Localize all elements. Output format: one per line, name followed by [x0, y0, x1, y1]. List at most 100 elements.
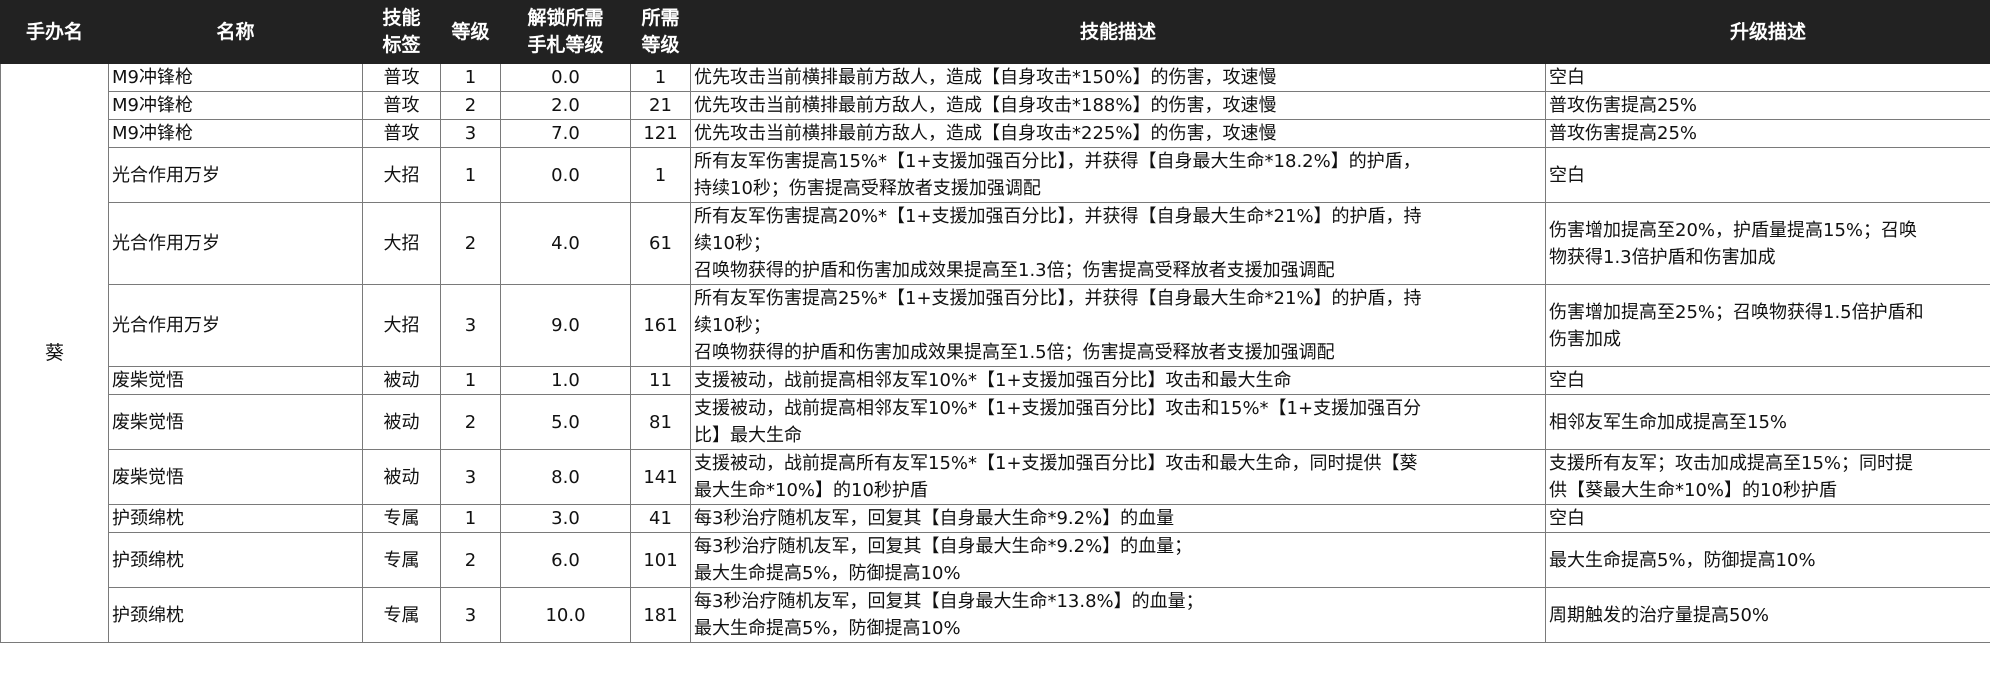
header-upgrade[interactable]: 升级描述: [1545, 0, 1990, 64]
skill-name-cell[interactable]: M9冲锋枪: [108, 119, 363, 148]
table-row[interactable]: 葵 M9冲锋枪 普攻 1 0.0 1 优先攻击当前横排最前方敌人，造成【自身攻击*150%】…: [0, 63, 1990, 643]
unlock-level-cell[interactable]: 7.0: [500, 119, 631, 148]
header-tag[interactable]: 技能 标签: [362, 0, 441, 64]
skill-name-cell[interactable]: 护颈绵枕: [108, 587, 363, 643]
skill-tag-cell[interactable]: 专属: [362, 587, 441, 643]
header-unlock[interactable]: 解锁所需 手札等级: [500, 0, 631, 64]
upgrade-description-cell[interactable]: 伤害增加提高至20%，护盾量提高15%；召唤 物获得1.3倍护盾和伤害加成: [1545, 202, 1990, 285]
skill-tag-cell[interactable]: 普攻: [362, 91, 441, 120]
table-row[interactable]: 光合作用万岁 大招 2 4.0 61 所有友军伤害提高20%*【1+支援加强百分比】，并获…: [1, 202, 1990, 285]
upgrade-description-cell[interactable]: 普攻伤害提高25%: [1545, 119, 1990, 148]
skill-name-cell[interactable]: M9冲锋枪: [108, 63, 363, 92]
skill-tag-cell[interactable]: 大招: [362, 202, 441, 285]
table-row[interactable]: 护颈绵枕 专属 1 3.0 41 每3秒治疗随机友军，回复其【自身最大生命*9.2%】的血…: [1, 504, 1990, 533]
unlock-level-cell[interactable]: 1.0: [500, 366, 631, 395]
skill-tag-cell[interactable]: 被动: [362, 394, 441, 450]
skill-description-cell[interactable]: 所有友军伤害提高15%*【1+支援加强百分比】，并获得【自身最大生命*18.2%…: [690, 147, 1546, 203]
header-req[interactable]: 所需 等级: [630, 0, 691, 64]
header-name[interactable]: 名称: [108, 0, 363, 64]
level-cell[interactable]: 2: [440, 202, 501, 285]
skill-tag-cell[interactable]: 大招: [362, 284, 441, 367]
unlock-level-cell[interactable]: 10.0: [500, 587, 631, 643]
skill-description-cell[interactable]: 优先攻击当前横排最前方敌人，造成【自身攻击*225%】的伤害，攻速慢: [690, 119, 1546, 148]
skill-description-cell[interactable]: 支援被动，战前提高所有友军15%*【1+支援加强百分比】攻击和最大生命，同时提供…: [690, 449, 1546, 505]
table-row[interactable]: M9冲锋枪 普攻 3 7.0 121 优先攻击当前横排最前方敌人，造成【自身攻击*225%…: [1, 119, 1990, 148]
skill-tag-cell[interactable]: 被动: [362, 366, 441, 395]
level-cell[interactable]: 1: [440, 63, 501, 92]
level-cell[interactable]: 3: [440, 284, 501, 367]
required-level-cell[interactable]: 41: [630, 504, 691, 533]
upgrade-description-cell[interactable]: 支援所有友军；攻击加成提高至15%；同时提 供【葵最大生命*10%】的10秒护盾: [1545, 449, 1990, 505]
upgrade-description-cell[interactable]: 周期触发的治疗量提高50%: [1545, 587, 1990, 643]
level-cell[interactable]: 3: [440, 587, 501, 643]
level-cell[interactable]: 1: [440, 366, 501, 395]
skill-name-cell[interactable]: 光合作用万岁: [108, 202, 363, 285]
skill-tag-cell[interactable]: 专属: [362, 532, 441, 588]
skill-tag-cell[interactable]: 普攻: [362, 119, 441, 148]
skill-description-cell[interactable]: 支援被动，战前提高相邻友军10%*【1+支援加强百分比】攻击和15%*【1+支援…: [690, 394, 1546, 450]
skill-name-cell[interactable]: 废柴觉悟: [108, 394, 363, 450]
upgrade-description-cell[interactable]: 空白: [1545, 63, 1990, 92]
skill-description-cell[interactable]: 每3秒治疗随机友军，回复其【自身最大生命*9.2%】的血量； 最大生命提高5%，防…: [690, 532, 1546, 588]
upgrade-description-cell[interactable]: 普攻伤害提高25%: [1545, 91, 1990, 120]
skill-description-cell[interactable]: 所有友军伤害提高20%*【1+支援加强百分比】，并获得【自身最大生命*21%】的…: [690, 202, 1546, 285]
upgrade-description-cell[interactable]: 最大生命提高5%，防御提高10%: [1545, 532, 1990, 588]
table-row[interactable]: 光合作用万岁 大招 3 9.0 161 所有友军伤害提高25%*【1+支援加强百分比】，并…: [1, 284, 1990, 367]
header-desc[interactable]: 技能描述: [690, 0, 1546, 64]
skill-description-cell[interactable]: 每3秒治疗随机友军，回复其【自身最大生命*13.8%】的血量； 最大生命提高5%，…: [690, 587, 1546, 643]
skill-description-cell[interactable]: 支援被动，战前提高相邻友军10%*【1+支援加强百分比】攻击和最大生命: [690, 366, 1546, 395]
skill-name-cell[interactable]: 护颈绵枕: [108, 504, 363, 533]
skill-tag-cell[interactable]: 大招: [362, 147, 441, 203]
required-level-cell[interactable]: 1: [630, 63, 691, 92]
skill-description-cell[interactable]: 优先攻击当前横排最前方敌人，造成【自身攻击*150%】的伤害，攻速慢: [690, 63, 1546, 92]
level-cell[interactable]: 1: [440, 504, 501, 533]
skill-name-cell[interactable]: 废柴觉悟: [108, 449, 363, 505]
required-level-cell[interactable]: 181: [630, 587, 691, 643]
level-cell[interactable]: 3: [440, 449, 501, 505]
skill-name-cell[interactable]: 光合作用万岁: [108, 147, 363, 203]
unlock-level-cell[interactable]: 8.0: [500, 449, 631, 505]
table-row[interactable]: 护颈绵枕 专属 3 10.0 181 每3秒治疗随机友军，回复其【自身最大生命*13.8%…: [1, 587, 1990, 643]
table-row[interactable]: 护颈绵枕 专属 2 6.0 101 每3秒治疗随机友军，回复其【自身最大生命*9.2%】的…: [1, 532, 1990, 588]
skill-tag-cell[interactable]: 普攻: [362, 63, 441, 92]
required-level-cell[interactable]: 1: [630, 147, 691, 203]
header-level[interactable]: 等级: [440, 0, 501, 64]
level-cell[interactable]: 2: [440, 532, 501, 588]
skill-tag-cell[interactable]: 被动: [362, 449, 441, 505]
required-level-cell[interactable]: 21: [630, 91, 691, 120]
upgrade-description-cell[interactable]: 相邻友军生命加成提高至15%: [1545, 394, 1990, 450]
skill-name-cell[interactable]: 光合作用万岁: [108, 284, 363, 367]
table-row[interactable]: 废柴觉悟 被动 3 8.0 141 支援被动，战前提高所有友军15%*【1+支援加强百分比…: [1, 449, 1990, 505]
required-level-cell[interactable]: 101: [630, 532, 691, 588]
skill-name-cell[interactable]: 护颈绵枕: [108, 532, 363, 588]
unlock-level-cell[interactable]: 0.0: [500, 63, 631, 92]
unlock-level-cell[interactable]: 5.0: [500, 394, 631, 450]
table-row[interactable]: 光合作用万岁 大招 1 0.0 1 所有友军伤害提高15%*【1+支援加强百分比】，并获得…: [1, 147, 1990, 203]
unlock-level-cell[interactable]: 4.0: [500, 202, 631, 285]
required-level-cell[interactable]: 121: [630, 119, 691, 148]
skill-description-cell[interactable]: 所有友军伤害提高25%*【1+支援加强百分比】，并获得【自身最大生命*21%】的…: [690, 284, 1546, 367]
level-cell[interactable]: 2: [440, 394, 501, 450]
skill-name-cell[interactable]: M9冲锋枪: [108, 91, 363, 120]
level-cell[interactable]: 2: [440, 91, 501, 120]
unlock-level-cell[interactable]: 2.0: [500, 91, 631, 120]
table-row[interactable]: 废柴觉悟 被动 2 5.0 81 支援被动，战前提高相邻友军10%*【1+支援加强百分比】…: [1, 394, 1990, 450]
required-level-cell[interactable]: 141: [630, 449, 691, 505]
required-level-cell[interactable]: 61: [630, 202, 691, 285]
skill-description-cell[interactable]: 优先攻击当前横排最前方敌人，造成【自身攻击*188%】的伤害，攻速慢: [690, 91, 1546, 120]
level-cell[interactable]: 3: [440, 119, 501, 148]
owner-cell[interactable]: 葵: [0, 63, 109, 643]
table-row[interactable]: 废柴觉悟 被动 1 1.0 11 支援被动，战前提高相邻友军10%*【1+支援加强百分比】…: [1, 366, 1990, 395]
skill-description-cell[interactable]: 每3秒治疗随机友军，回复其【自身最大生命*9.2%】的血量: [690, 504, 1546, 533]
unlock-level-cell[interactable]: 0.0: [500, 147, 631, 203]
skill-name-cell[interactable]: 废柴觉悟: [108, 366, 363, 395]
skill-tag-cell[interactable]: 专属: [362, 504, 441, 533]
required-level-cell[interactable]: 81: [630, 394, 691, 450]
table-row[interactable]: M9冲锋枪 普攻 2 2.0 21 优先攻击当前横排最前方敌人，造成【自身攻击*188%】…: [1, 91, 1990, 120]
upgrade-description-cell[interactable]: 空白: [1545, 504, 1990, 533]
upgrade-description-cell[interactable]: 伤害增加提高至25%；召唤物获得1.5倍护盾和 伤害加成: [1545, 284, 1990, 367]
unlock-level-cell[interactable]: 6.0: [500, 532, 631, 588]
upgrade-description-cell[interactable]: 空白: [1545, 147, 1990, 203]
required-level-cell[interactable]: 11: [630, 366, 691, 395]
unlock-level-cell[interactable]: 3.0: [500, 504, 631, 533]
